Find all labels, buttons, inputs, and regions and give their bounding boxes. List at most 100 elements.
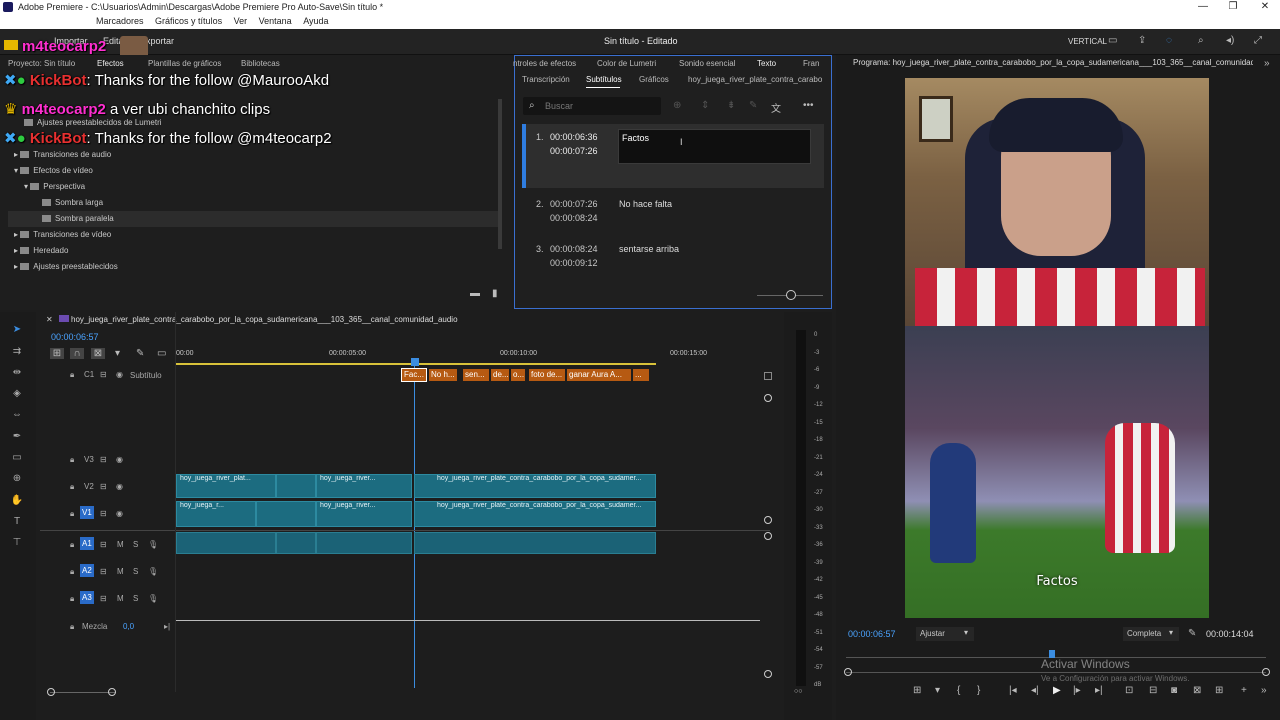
layout-mode[interactable]: VERTICAL	[1068, 37, 1107, 46]
close-icon[interactable]: ✕	[46, 315, 53, 324]
tab-plantillas[interactable]: Plantillas de gráficos	[148, 59, 221, 68]
more-icon[interactable]: »	[1261, 685, 1267, 696]
subtitle-clip[interactable]: Fac...	[401, 368, 427, 382]
eye-icon[interactable]: ◉	[116, 370, 123, 379]
add-caption-icon[interactable]: ⊕	[673, 100, 681, 111]
lock-icon[interactable]: 🔒︎	[70, 567, 74, 577]
zoom-slider-handle[interactable]	[786, 290, 796, 300]
lock-icon[interactable]: 🔒︎	[70, 370, 74, 380]
selection-tool-icon[interactable]: ➤	[10, 323, 24, 337]
export-frame-icon[interactable]: ⊞	[913, 685, 921, 696]
sequence-tab[interactable]: hoy_juega_river_plate_contra_carabobo_po…	[71, 315, 458, 324]
subtitle-clip[interactable]: No h...	[429, 369, 457, 381]
more-options-icon[interactable]: •••	[803, 100, 814, 111]
caption-text-field[interactable]: Factos	[618, 129, 811, 164]
new-folder-icon[interactable]: ▬	[470, 288, 480, 299]
solo-button[interactable]: S	[133, 594, 138, 603]
ripple-edit-tool-icon[interactable]: ⇹	[10, 366, 24, 380]
mix-value[interactable]: 0,0	[123, 622, 134, 631]
captions-display-icon[interactable]: ▭	[157, 348, 166, 359]
scroll-handle[interactable]	[764, 394, 772, 402]
step-back-icon[interactable]: ◂|	[1031, 685, 1039, 696]
video-clip[interactable]: hoy_juega_river_plat...	[176, 474, 276, 498]
search-icon[interactable]: ⌕	[1198, 35, 1204, 46]
overwrite-icon[interactable]: ⊟	[1149, 685, 1157, 696]
tab-essential-sound[interactable]: Sonido esencial	[679, 59, 735, 68]
lock-icon[interactable]: 🔒︎	[70, 482, 74, 492]
tab-effect-controls[interactable]: ntroles de efectos	[513, 59, 576, 68]
search-input[interactable]: ⌕ Buscar	[523, 97, 661, 115]
marker-icon[interactable]: ▾	[935, 685, 940, 696]
sync-icon[interactable]: ⊟	[100, 509, 107, 518]
go-to-in-icon[interactable]: |◂	[1009, 685, 1017, 696]
add-marker-icon[interactable]: ▾	[115, 348, 120, 359]
subtitle-clip[interactable]: foto de...	[529, 369, 565, 381]
caption-text[interactable]: sentarse arriba	[619, 244, 679, 254]
track-divider[interactable]	[40, 530, 770, 531]
microphone-icon[interactable]: 🎙︎	[148, 540, 158, 549]
scroll-handle[interactable]	[764, 670, 772, 678]
pen-tool-icon[interactable]: ✒	[10, 430, 24, 444]
maximize-icon[interactable]: ❐	[1218, 0, 1248, 14]
video-clip[interactable]: hoy_juega_river_plate_contra_carabobo_po…	[414, 501, 656, 527]
subtitle-clip[interactable]: ...	[633, 369, 649, 381]
track-a1[interactable]: A1	[80, 537, 94, 550]
play-icon[interactable]: ▶	[1053, 685, 1061, 696]
time-ruler[interactable]: 00:00 00:00:05:00 00:00:10:00 00:00:15:0…	[176, 348, 776, 366]
lock-icon[interactable]: 🔒︎	[70, 509, 74, 519]
insert-icon[interactable]: ⊡	[1125, 685, 1133, 696]
zoom-handle-right[interactable]	[108, 688, 116, 696]
mute-button[interactable]: M	[117, 567, 124, 576]
solo-icon[interactable]: ○○	[794, 688, 802, 695]
camera-icon[interactable]: ◙	[1171, 685, 1177, 696]
eye-icon[interactable]: ◉	[116, 455, 123, 464]
audio-clip[interactable]	[414, 532, 656, 554]
video-clip[interactable]: hoy_juega_river_plate_contra_carabobo_po…	[414, 474, 656, 498]
video-frame[interactable]: Factos	[905, 78, 1209, 618]
compare-icon[interactable]: ⊞	[1215, 685, 1223, 696]
eye-icon[interactable]: ◉	[116, 482, 123, 491]
go-to-out-icon[interactable]: ▸|	[1095, 685, 1103, 696]
mark-out-icon[interactable]: }	[977, 685, 980, 696]
merge-icon[interactable]: ⇕	[701, 100, 709, 111]
subtitle-clip[interactable]: ganar Aura A...	[567, 369, 631, 381]
zoom-scrollbar[interactable]	[846, 672, 1266, 673]
slip-tool-icon[interactable]: ⇔	[10, 408, 24, 422]
minimize-icon[interactable]: —	[1188, 0, 1218, 14]
subtitle-clip[interactable]: o...	[511, 369, 525, 381]
trash-icon[interactable]: ▮	[492, 288, 498, 299]
scroll-handle[interactable]	[764, 516, 772, 524]
hand-tool-icon[interactable]: ✋	[10, 494, 24, 508]
video-clip[interactable]	[256, 501, 316, 527]
scrollbar[interactable]	[498, 99, 502, 249]
project-tab[interactable]: Proyecto: Sin título	[8, 59, 75, 68]
panel-menu-icon[interactable]: »	[1264, 58, 1270, 69]
add-button-icon[interactable]: +	[1241, 685, 1247, 696]
audio-clip[interactable]	[316, 532, 412, 554]
lock-icon[interactable]: 🔒︎	[70, 455, 74, 465]
audio-clip[interactable]	[276, 532, 316, 554]
playhead-handle[interactable]	[411, 358, 419, 366]
menu-item[interactable]: Gráficos y títulos	[155, 14, 222, 29]
linked-select-icon[interactable]: ⊠	[91, 348, 105, 359]
vr-icon[interactable]: ⊠	[1193, 685, 1201, 696]
subtitle-clip[interactable]: sen...	[463, 369, 489, 381]
tree-item[interactable]: ▾ Perspectiva	[24, 179, 85, 195]
split-icon[interactable]: ⇟	[727, 100, 735, 111]
sync-icon[interactable]: ⊟	[100, 567, 107, 576]
caption-text[interactable]: No hace falta	[619, 199, 672, 209]
tree-item[interactable]: Sombra larga	[42, 195, 498, 211]
microphone-icon[interactable]: 🎙︎	[148, 567, 158, 576]
sequence-dropdown[interactable]: hoy_juega_river_plate_contra_carabo	[688, 75, 826, 84]
track-a2[interactable]: A2	[80, 564, 94, 577]
menu-item[interactable]: Ver	[234, 14, 248, 29]
tree-item[interactable]: ▸ Transiciones de vídeo	[14, 227, 111, 243]
edit-icon[interactable]: ✎	[749, 100, 757, 111]
track-v1[interactable]: V1	[80, 506, 94, 519]
tab-efectos[interactable]: Efectos	[97, 59, 124, 68]
tree-item[interactable]: ▾ Efectos de vídeo	[14, 163, 93, 179]
wrench-icon[interactable]: ✎	[1188, 628, 1196, 639]
program-title[interactable]: Programa: hoy_juega_river_plate_contra_c…	[853, 58, 1253, 67]
timeline-timecode[interactable]: 00:00:06:57	[51, 332, 99, 342]
lock-icon[interactable]: 🔒︎	[70, 622, 74, 632]
